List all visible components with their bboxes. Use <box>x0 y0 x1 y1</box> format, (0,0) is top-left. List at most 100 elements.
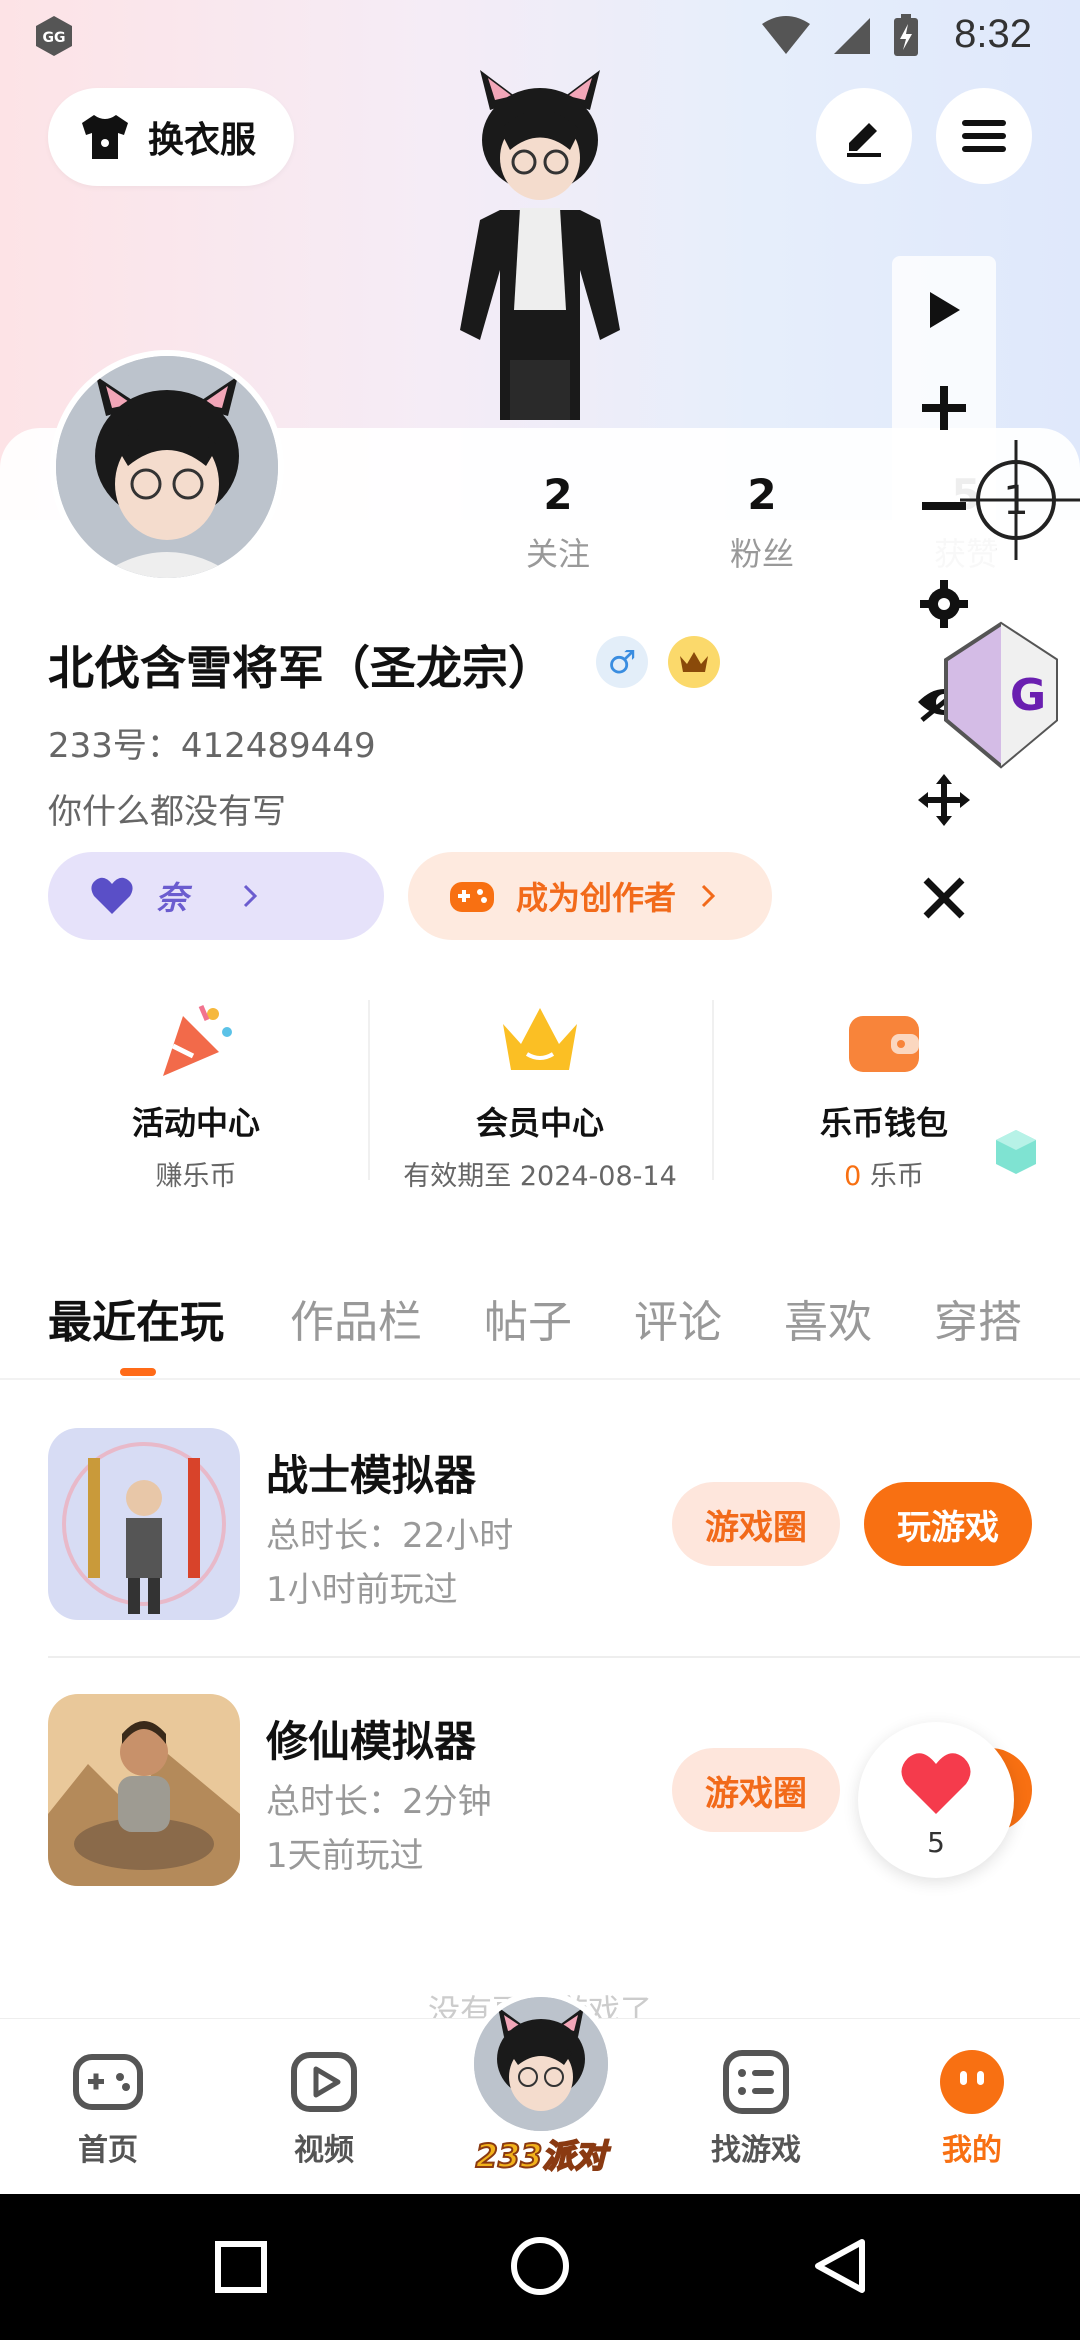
coin-balance: 0 <box>844 1161 862 1192</box>
move-button[interactable] <box>892 760 996 840</box>
gamepad-icon <box>450 882 494 912</box>
video-icon <box>291 2052 357 2112</box>
game-circle-button[interactable]: 游戏圈 <box>672 1748 840 1832</box>
activity-center-sub: 赚乐币 <box>155 1161 237 1192</box>
game-total-time: 总时长：22小时 <box>266 1516 514 1556</box>
floating-like-button[interactable]: 5 <box>858 1722 1014 1878</box>
edit-button[interactable] <box>816 88 912 184</box>
crown-icon <box>680 652 708 672</box>
shirt-icon <box>82 115 128 159</box>
tab-comments[interactable]: 评论 <box>634 1286 722 1350</box>
activity-center-title: 活动中心 <box>131 1104 260 1142</box>
tab-posts[interactable]: 帖子 <box>484 1286 572 1350</box>
user-bio[interactable]: 你什么都没有写 <box>48 784 286 833</box>
party-avatar-image <box>474 1997 608 2131</box>
crown-badge-icon[interactable] <box>668 636 720 688</box>
tab-works[interactable]: 作品栏 <box>290 1286 422 1350</box>
gg-icon: GG <box>36 16 72 56</box>
gg-shield-icon[interactable]: G <box>936 620 1066 770</box>
menu-button[interactable] <box>936 88 1032 184</box>
activity-center[interactable]: 活动中心 赚乐币 <box>24 978 368 1208</box>
party-popper-icon <box>163 1005 232 1076</box>
cube-icon[interactable] <box>990 1126 1042 1178</box>
tab-outfits[interactable]: 穿搭 <box>934 1286 1022 1350</box>
nav-find-games-label: 找游戏 <box>711 2133 801 2168</box>
tab-indicator <box>120 1368 156 1376</box>
coin-wallet[interactable]: 乐币钱包 0 乐币 <box>712 978 1056 1208</box>
back-icon[interactable] <box>812 2236 868 2296</box>
chevron-right-icon <box>701 884 716 908</box>
tab-likes[interactable]: 喜欢 <box>784 1286 872 1350</box>
nav-mine-label: 我的 <box>942 2133 1002 2168</box>
gg-shield-label: G <box>1010 670 1046 721</box>
wallet-icon <box>849 1016 919 1072</box>
recents-icon[interactable] <box>214 2240 268 2294</box>
game-name: 战士模拟器 <box>266 1451 477 1500</box>
game-last-played: 1天前玩过 <box>266 1836 424 1876</box>
become-creator-label: 成为创作者 <box>516 879 677 917</box>
battery-charging-icon <box>894 14 918 56</box>
crosshair-icon[interactable]: 1 <box>960 440 1080 560</box>
badge-pill[interactable]: 奈 <box>48 852 384 940</box>
crown-icon <box>503 1008 577 1070</box>
close-icon <box>923 877 965 919</box>
status-time: 8:32 <box>954 12 1032 56</box>
home-icon[interactable] <box>508 2234 572 2298</box>
badge-name: 奈 <box>156 879 189 917</box>
change-outfit-button[interactable]: 换衣服 <box>48 88 294 186</box>
heart-icon <box>901 1753 971 1814</box>
game-icon <box>48 1428 240 1620</box>
stat-following-count: 2 <box>543 470 573 519</box>
gg-floating-toolbar <box>892 256 996 954</box>
stat-following-label: 关注 <box>525 535 590 573</box>
game-name: 修仙模拟器 <box>266 1717 477 1766</box>
stat-followers[interactable]: 2 粉丝 <box>682 470 842 575</box>
heart-badge-icon <box>91 877 133 914</box>
tab-recent-play[interactable]: 最近在玩 <box>48 1286 224 1350</box>
like-count: 5 <box>927 1826 945 1859</box>
nav-video[interactable]: 视频 <box>244 2049 404 2169</box>
chevron-right-icon <box>243 884 258 908</box>
avatar-character[interactable] <box>420 70 660 430</box>
nav-party-label[interactable]: 233派对 <box>466 2131 616 2177</box>
close-button[interactable] <box>892 858 996 938</box>
member-center[interactable]: 会员中心 有效期至 2024-08-14 <box>368 978 712 1208</box>
nav-home[interactable]: 首页 <box>28 2049 188 2169</box>
play-button[interactable] <box>892 270 996 350</box>
move-icon <box>918 774 970 826</box>
status-bar: GG 8:32 <box>0 0 1080 72</box>
nav-mine[interactable]: 我的 <box>892 2049 1052 2169</box>
system-navigation-bar <box>0 2194 1080 2340</box>
list-item[interactable]: 战士模拟器 总时长：22小时 1小时前玩过 游戏圈 玩游戏 <box>48 1428 1080 1622</box>
nav-party-avatar[interactable] <box>468 1991 614 2137</box>
plus-icon <box>922 386 966 430</box>
stat-followers-label: 粉丝 <box>729 535 794 573</box>
game-total-time: 总时长：2分钟 <box>266 1782 492 1822</box>
crosshair-label: 1 <box>1003 478 1028 524</box>
become-creator-button[interactable]: 成为创作者 <box>408 852 772 940</box>
signal-icon <box>834 18 870 54</box>
gamepad-icon <box>73 2054 143 2110</box>
plus-button[interactable] <box>892 368 996 448</box>
wifi-icon <box>762 16 810 54</box>
coin-unit: 乐币 <box>861 1161 924 1192</box>
play-game-button[interactable]: 玩游戏 <box>864 1482 1032 1566</box>
nav-home-label: 首页 <box>78 2133 138 2168</box>
nav-find-games[interactable]: 找游戏 <box>676 2049 836 2169</box>
edit-icon <box>847 123 881 157</box>
bottom-navigation: 首页 视频 233派对 找游戏 我的 <box>0 1991 1080 2194</box>
game-icon <box>48 1694 240 1886</box>
game-list-icon <box>723 2050 789 2114</box>
stat-following[interactable]: 2 关注 <box>478 470 638 575</box>
content-tabs: 最近在玩 作品栏 帖子 评论 喜欢 穿搭 <box>0 1244 1080 1380</box>
divider <box>48 1656 1080 1658</box>
game-circle-button[interactable]: 游戏圈 <box>672 1482 840 1566</box>
game-last-played: 1小时前玩过 <box>266 1570 458 1610</box>
status-icons <box>760 14 920 58</box>
member-center-title: 会员中心 <box>475 1104 604 1142</box>
menu-icon <box>962 120 1006 152</box>
avatar-image <box>56 356 278 578</box>
nav-video-label: 视频 <box>294 2133 354 2168</box>
profile-avatar[interactable] <box>50 350 284 584</box>
mine-face-icon <box>940 2050 1004 2114</box>
